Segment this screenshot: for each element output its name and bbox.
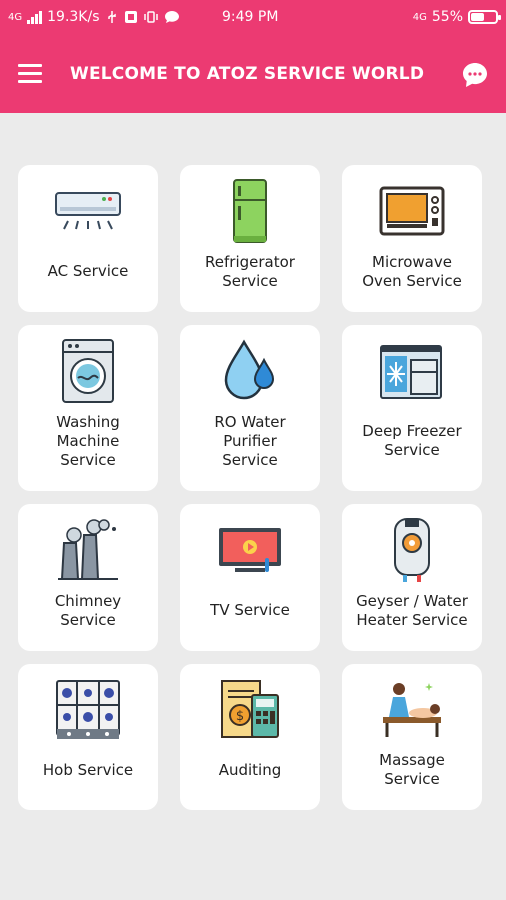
service-card-refrigerator[interactable]: Refrigerator Service [180,165,320,312]
service-card-tv[interactable]: TV Service [180,504,320,651]
massage-icon [377,676,447,744]
service-label: Geyser / Water Heater Service [356,591,468,629]
service-card-microwave[interactable]: Microwave Oven Service [342,165,482,312]
geyser-icon [377,516,447,584]
chimney-icon [53,516,123,584]
service-label: Hob Service [42,760,134,779]
service-label: Washing Machine Service [56,412,120,469]
svg-text:$: $ [236,709,244,724]
message-icon [164,11,179,23]
service-label: RO Water Purifier Service [214,412,286,469]
service-card-auditing[interactable]: $ Auditing [180,664,320,810]
service-card-ac[interactable]: AC Service [18,165,158,312]
service-label: Refrigerator Service [205,252,295,290]
app-bar: WELCOME TO ATOZ SERVICE WORLD [0,36,506,113]
signal-icon [27,10,43,24]
hamburger-menu-icon[interactable] [18,64,42,84]
washing-machine-icon [53,337,123,405]
network-type-right: 4G [412,11,427,23]
battery-percent: 55% [431,9,463,25]
service-grid: AC Service Refrigerator Service Microwav… [18,165,488,810]
service-card-hob[interactable]: Hob Service [18,664,158,810]
battery-icon [468,10,501,24]
clock: 9:49 PM [222,9,279,25]
service-label: Deep Freezer Service [362,422,462,459]
network-speed: 19.3K/s [47,9,100,25]
chat-support-icon[interactable] [460,60,490,90]
service-label: Massage Service [379,751,445,788]
service-card-geyser[interactable]: Geyser / Water Heater Service [342,504,482,651]
water-drop-icon [215,337,285,405]
refrigerator-icon [215,177,285,245]
freezer-icon [377,337,447,405]
service-card-deep-freezer[interactable]: Deep Freezer Service [342,325,482,491]
service-card-chimney[interactable]: Chimney Service [18,504,158,651]
tv-icon [215,516,285,584]
service-label: AC Service [47,262,129,280]
service-label: Chimney Service [54,591,122,629]
service-card-ro-water[interactable]: RO Water Purifier Service [180,325,320,491]
vibrate-icon [143,11,158,23]
auditing-icon: $ [215,676,285,744]
service-card-massage[interactable]: Massage Service [342,664,482,810]
service-label: TV Service [210,601,290,619]
air-conditioner-icon [53,177,123,245]
service-card-washing-machine[interactable]: Washing Machine Service [18,325,158,491]
hob-icon [53,676,123,744]
network-type: 4G [8,11,23,23]
microwave-icon [377,177,447,245]
notification-icon [124,11,137,23]
page-title: WELCOME TO ATOZ SERVICE WORLD [70,64,425,84]
usb-icon [107,11,116,23]
status-bar: 4G 19.3K/s 9:49 PM 4G 55% [0,0,506,36]
service-label: Auditing [218,760,282,779]
service-label: Microwave Oven Service [362,252,462,290]
